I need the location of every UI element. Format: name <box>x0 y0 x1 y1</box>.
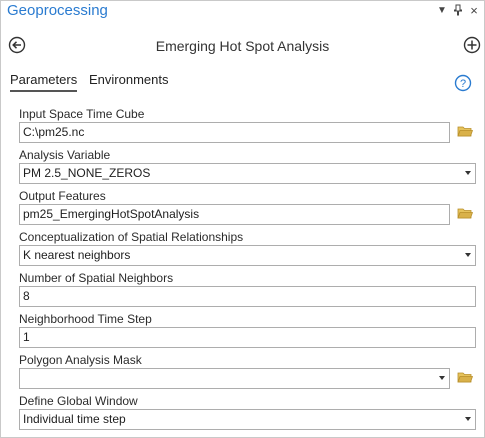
param-label: Define Global Window <box>19 394 138 408</box>
param-input-space-time-cube: Input Space Time Cube C:\pm25.nc <box>19 107 477 148</box>
param-number-of-neighbors: Number of Spatial Neighbors 8 <box>19 271 477 312</box>
param-output-features: Output Features pm25_EmergingHotSpotAnal… <box>19 189 477 230</box>
param-label: Conceptualization of Spatial Relationshi… <box>19 230 244 244</box>
param-label: Polygon Analysis Mask <box>19 353 142 367</box>
input-space-time-cube-field[interactable]: C:\pm25.nc <box>19 122 450 143</box>
selected-value: PM 2.5_NONE_ZEROS <box>23 166 151 180</box>
svg-text:?: ? <box>460 78 466 90</box>
param-label: Number of Spatial Neighbors <box>19 271 174 285</box>
chevron-down-icon <box>465 253 471 257</box>
chevron-down-icon <box>465 417 471 421</box>
selected-value: Individual time step <box>23 412 126 426</box>
tab-environments[interactable]: Environments <box>89 72 168 90</box>
dropdown-menu-icon[interactable]: ▼ <box>436 4 448 18</box>
help-icon[interactable]: ? <box>454 74 472 92</box>
selected-value: K nearest neighbors <box>23 248 131 262</box>
param-label: Input Space Time Cube <box>19 107 145 121</box>
tab-bar: Parameters Environments ? <box>0 72 485 94</box>
tool-header: Emerging Hot Spot Analysis <box>0 30 485 62</box>
close-icon[interactable]: × <box>468 4 480 18</box>
parameters-panel: Input Space Time Cube C:\pm25.nc Analysi… <box>19 107 477 435</box>
pane-title: Geoprocessing <box>7 2 108 19</box>
polygon-analysis-mask-select[interactable] <box>19 368 450 389</box>
pin-icon[interactable] <box>452 4 464 18</box>
param-label: Analysis Variable <box>19 148 111 162</box>
param-label: Neighborhood Time Step <box>19 312 152 326</box>
param-define-global-window: Define Global Window Individual time ste… <box>19 394 477 435</box>
param-neighborhood-time-step: Neighborhood Time Step 1 <box>19 312 477 353</box>
browse-folder-icon[interactable] <box>457 370 474 384</box>
number-of-neighbors-input[interactable]: 8 <box>19 286 476 307</box>
param-conceptualization: Conceptualization of Spatial Relationshi… <box>19 230 477 271</box>
analysis-variable-select[interactable]: PM 2.5_NONE_ZEROS <box>19 163 476 184</box>
output-features-field[interactable]: pm25_EmergingHotSpotAnalysis <box>19 204 450 225</box>
param-label: Output Features <box>19 189 106 203</box>
param-analysis-variable: Analysis Variable PM 2.5_NONE_ZEROS <box>19 148 477 189</box>
browse-folder-icon[interactable] <box>457 206 474 220</box>
add-icon[interactable] <box>463 36 481 54</box>
chevron-down-icon <box>439 376 445 380</box>
pane-titlebar: Geoprocessing ▼ × <box>0 0 485 24</box>
conceptualization-select[interactable]: K nearest neighbors <box>19 245 476 266</box>
chevron-down-icon <box>465 171 471 175</box>
tab-parameters[interactable]: Parameters <box>10 72 78 92</box>
tool-title: Emerging Hot Spot Analysis <box>155 38 330 54</box>
define-global-window-select[interactable]: Individual time step <box>19 409 476 430</box>
neighborhood-time-step-input[interactable]: 1 <box>19 327 476 348</box>
param-polygon-analysis-mask: Polygon Analysis Mask <box>19 353 477 394</box>
browse-folder-icon[interactable] <box>457 124 474 138</box>
